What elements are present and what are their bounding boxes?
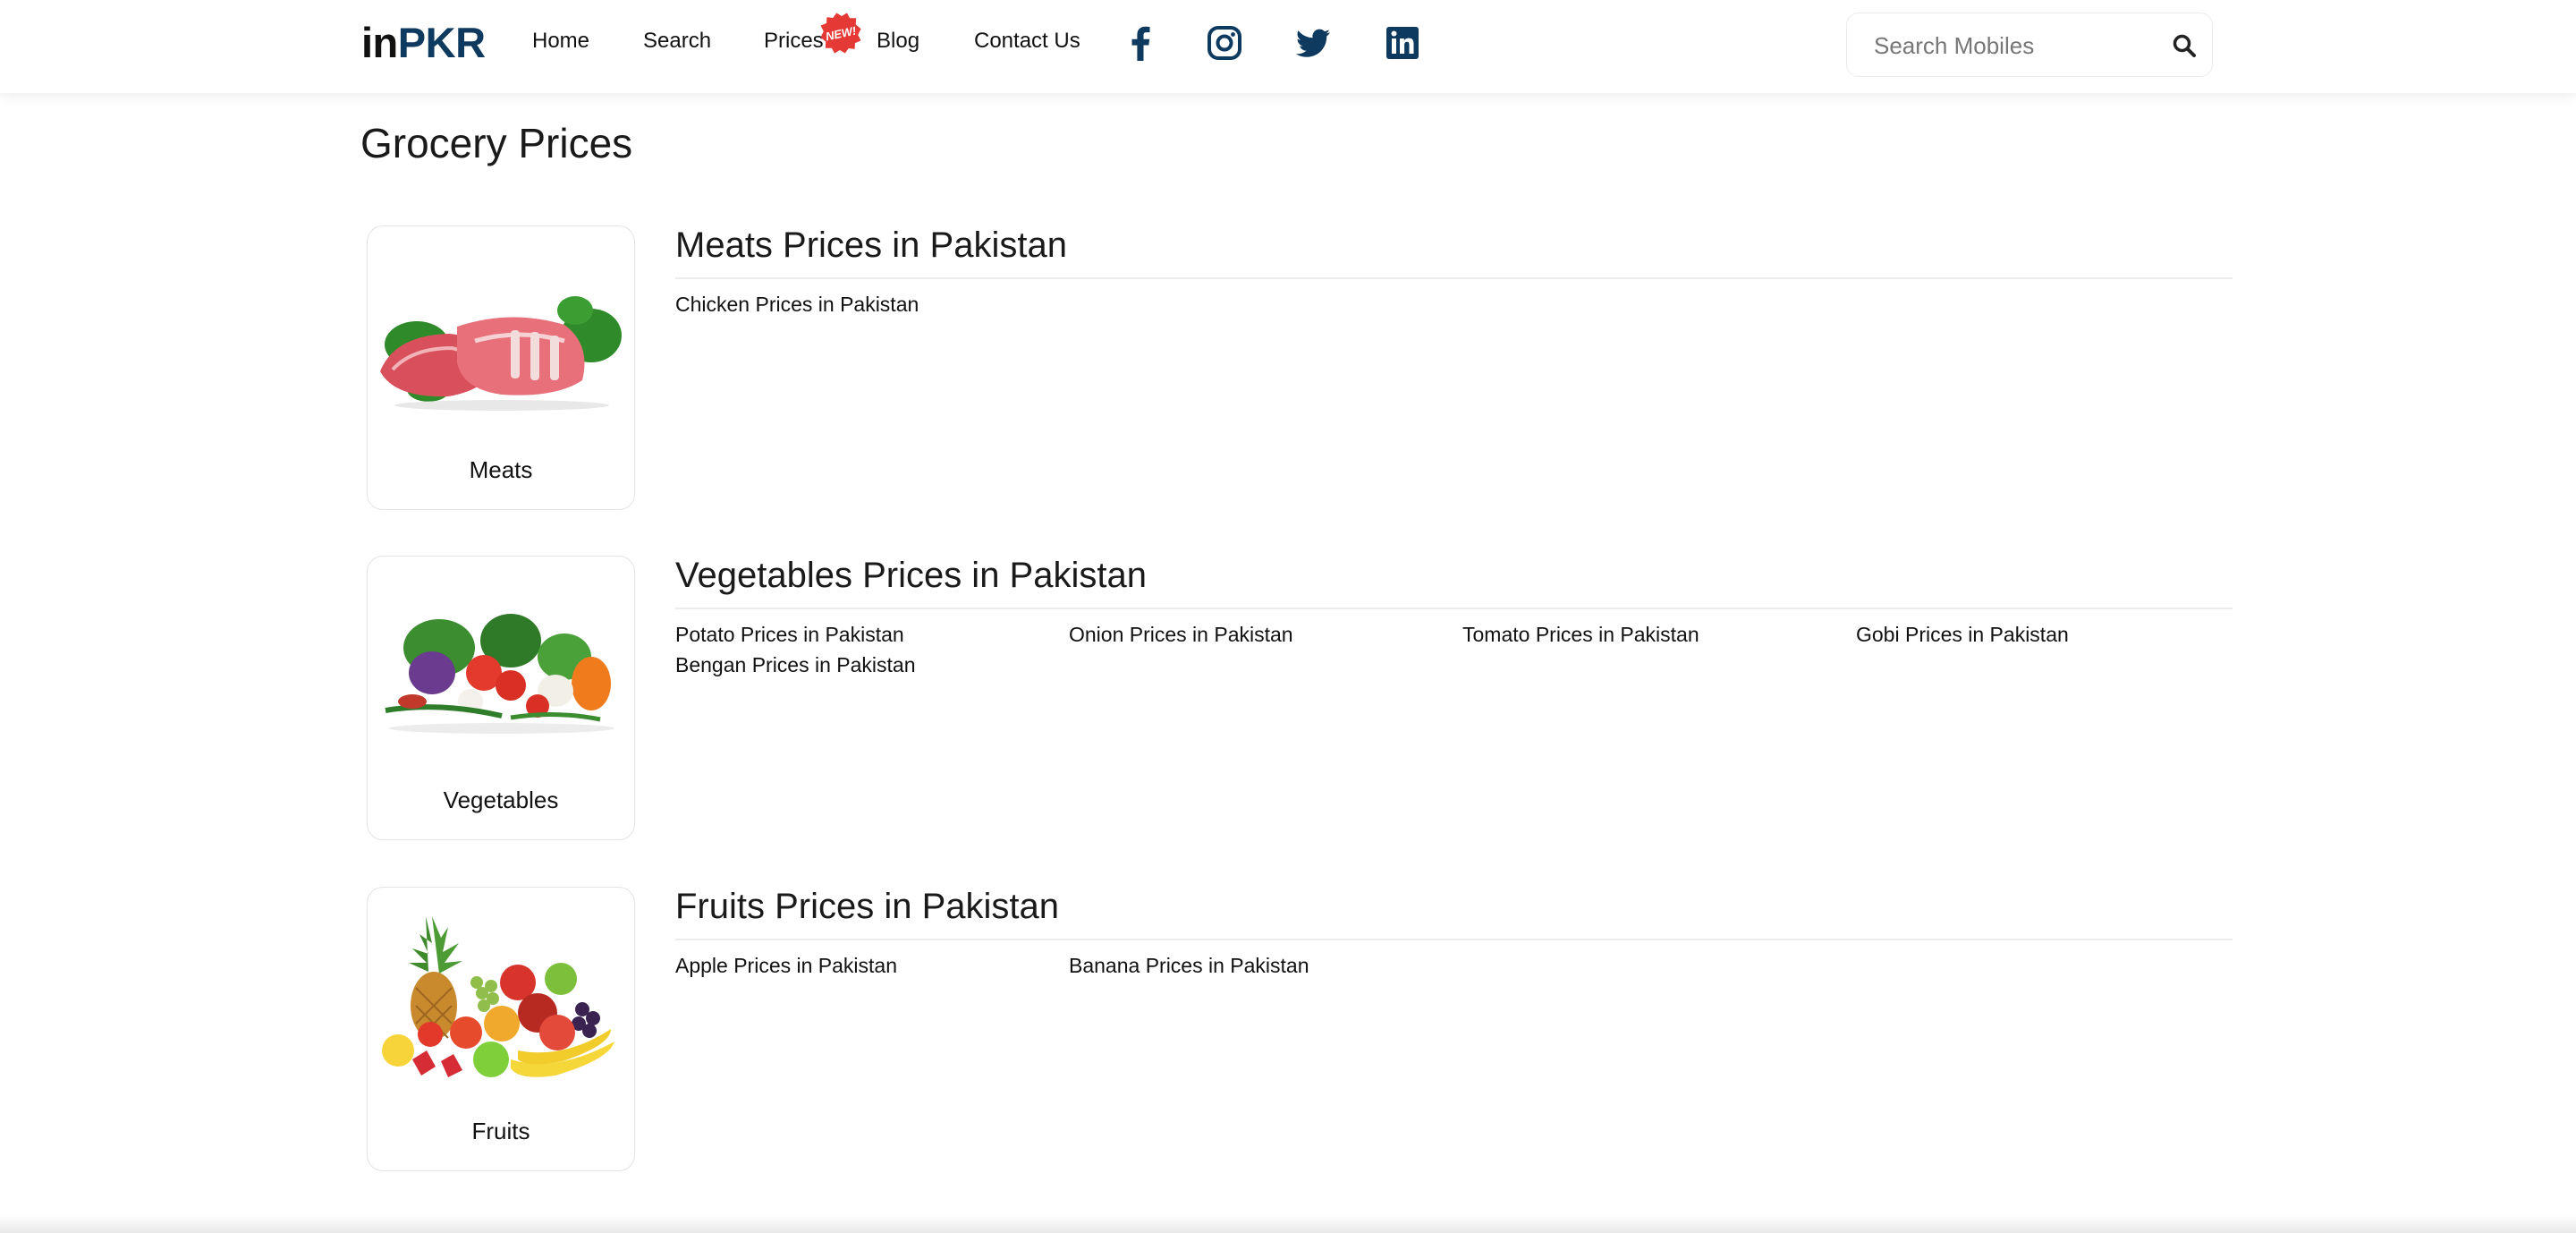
price-link[interactable]: Onion Prices in Pakistan xyxy=(1069,621,1462,648)
vegetables-image xyxy=(385,614,614,734)
price-link[interactable]: Apple Prices in Pakistan xyxy=(675,952,1069,979)
site-header: inPKR Home Search Prices NEW! Blog Conta… xyxy=(0,0,2576,93)
twitter-icon[interactable] xyxy=(1295,25,1331,61)
meats-image xyxy=(380,296,622,411)
category-name: Fruits xyxy=(471,1118,530,1144)
section-divider xyxy=(675,608,2233,609)
price-link[interactable]: Bengan Prices in Pakistan xyxy=(675,651,1069,678)
price-link[interactable]: Chicken Prices in Pakistan xyxy=(675,291,1069,318)
page-title: Grocery Prices xyxy=(360,120,633,166)
fruits-image xyxy=(382,916,614,1077)
section-title: Fruits Prices in Pakistan xyxy=(675,887,1060,926)
price-link[interactable]: Tomato Prices in Pakistan xyxy=(1462,621,1856,648)
new-badge: NEW! xyxy=(817,9,866,58)
nav-home-link[interactable]: Home xyxy=(532,27,589,55)
search-box xyxy=(1846,13,2213,77)
logo-prefix: in xyxy=(361,19,398,66)
category-name: Meats xyxy=(469,456,533,483)
section-title: Meats Prices in Pakistan xyxy=(675,225,1067,265)
logo-suffix: PKR xyxy=(397,19,486,66)
section-title: Vegetables Prices in Pakistan xyxy=(675,556,1147,595)
price-link[interactable]: Potato Prices in Pakistan xyxy=(675,621,1069,648)
site-logo[interactable]: inPKR xyxy=(361,16,486,70)
price-links: Potato Prices in Pakistan Onion Prices i… xyxy=(675,621,2250,678)
category-card-fruits[interactable]: Fruits xyxy=(367,887,635,1171)
nav-search-link[interactable]: Search xyxy=(643,27,711,55)
section-divider xyxy=(675,277,2233,279)
price-link[interactable]: Gobi Prices in Pakistan xyxy=(1856,621,2250,648)
nav-contact-link[interactable]: Contact Us xyxy=(974,27,1080,55)
footer-shadow xyxy=(0,1215,2576,1233)
category-name: Vegetables xyxy=(443,787,559,813)
linkedin-icon[interactable] xyxy=(1385,25,1420,61)
category-card-vegetables[interactable]: Vegetables xyxy=(367,556,635,840)
price-links: Apple Prices in Pakistan Banana Prices i… xyxy=(675,952,2250,979)
nav-blog-link[interactable]: Blog xyxy=(877,27,919,55)
nav-prices-link[interactable]: Prices xyxy=(764,27,824,55)
price-links: Chicken Prices in Pakistan xyxy=(675,291,2250,318)
search-input[interactable] xyxy=(1874,28,2151,64)
section-divider xyxy=(675,939,2233,940)
instagram-icon[interactable] xyxy=(1207,25,1242,61)
search-icon[interactable] xyxy=(2171,32,2198,59)
price-link[interactable]: Banana Prices in Pakistan xyxy=(1069,952,1462,979)
facebook-icon[interactable] xyxy=(1123,25,1159,61)
category-card-meats[interactable]: Meats xyxy=(367,225,635,510)
